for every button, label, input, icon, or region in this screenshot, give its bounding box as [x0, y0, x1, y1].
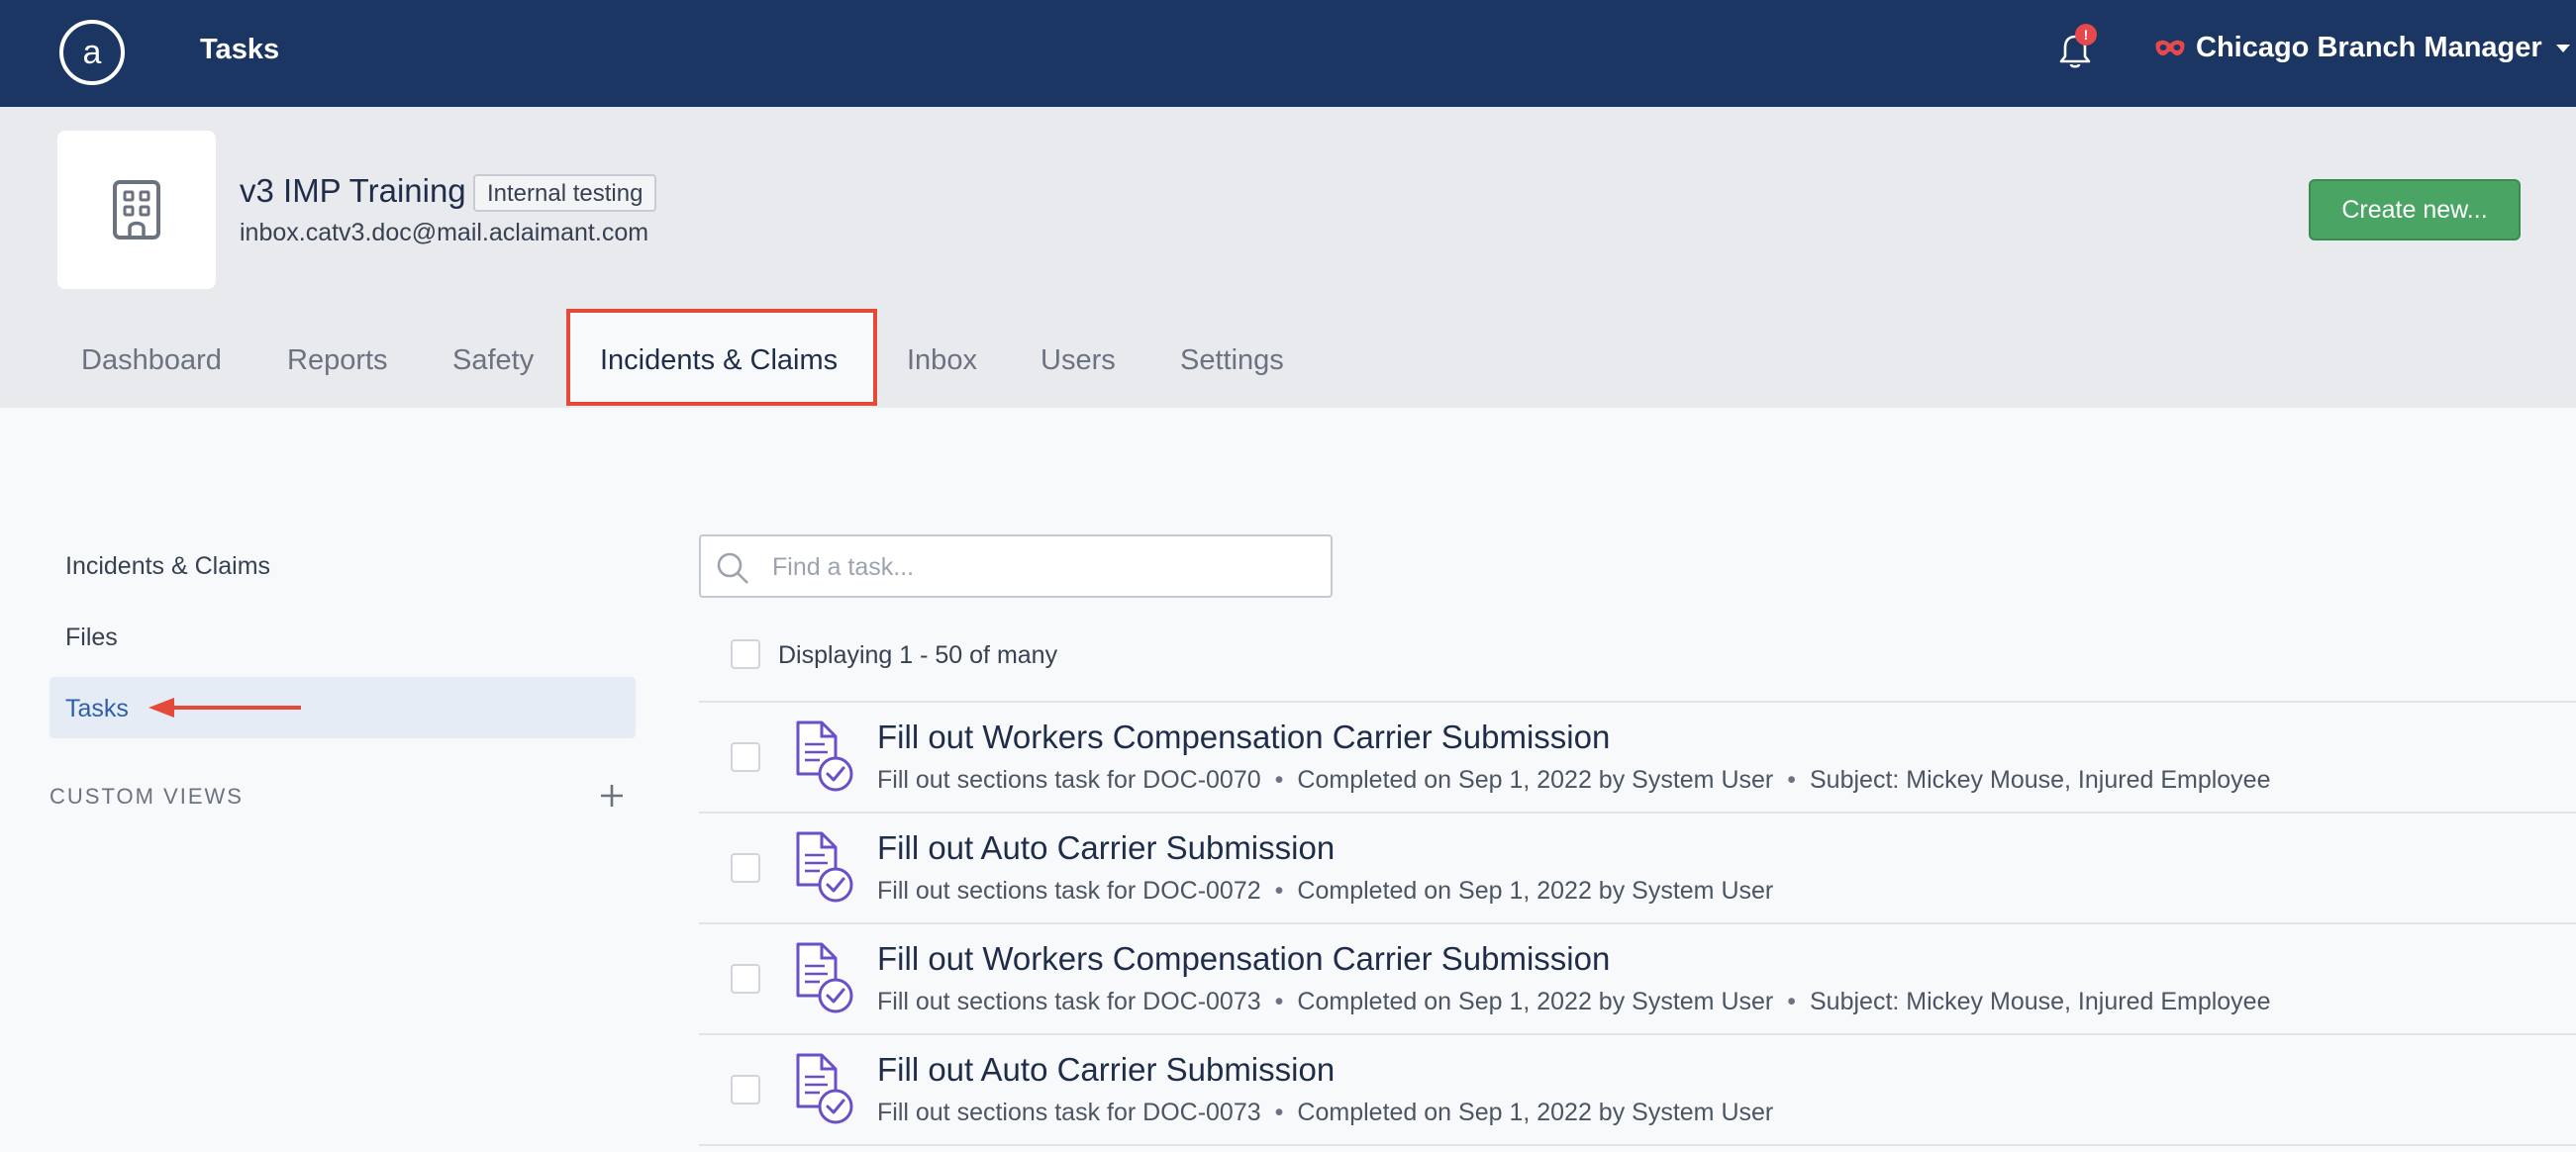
arrow-left-icon — [149, 698, 301, 718]
tab-incidents-claims[interactable]: Incidents & Claims — [600, 344, 838, 377]
task-checkbox[interactable] — [731, 742, 760, 772]
separator-dot: • — [1274, 766, 1284, 794]
add-custom-view-icon[interactable] — [598, 782, 626, 810]
document-check-icon — [796, 831, 853, 903]
document-check-icon — [796, 720, 853, 792]
task-meta: Fill out sections task for DOC-0073 • Comp… — [877, 988, 2271, 1016]
task-reference: Fill out sections task for DOC-0070 — [877, 766, 1261, 794]
tab-settings[interactable]: Settings — [1180, 344, 1284, 377]
separator-dot: • — [1274, 877, 1284, 905]
task-subject: Subject: Mickey Mouse, Injured Employee — [1810, 988, 2271, 1015]
create-new-button[interactable]: Create new... — [2309, 179, 2521, 240]
page-title: Tasks — [200, 34, 280, 65]
task-search-box[interactable] — [699, 534, 1333, 598]
task-checkbox[interactable] — [731, 964, 760, 994]
task-checkbox[interactable] — [731, 1075, 760, 1104]
separator-dot: • — [1274, 988, 1284, 1015]
document-check-icon — [796, 1053, 853, 1124]
task-search-input[interactable] — [770, 548, 1309, 586]
display-count: Displaying 1 - 50 of many — [778, 641, 1058, 669]
tab-reports[interactable]: Reports — [287, 344, 388, 377]
organization-email: inbox.catv3.doc@mail.aclaimant.com — [240, 219, 649, 246]
search-icon — [717, 552, 748, 584]
task-title[interactable]: Fill out Auto Carrier Submission — [877, 1051, 1335, 1089]
task-completed: Completed on Sep 1, 2022 by System User — [1297, 1099, 1774, 1126]
building-icon — [113, 180, 160, 240]
task-row[interactable]: Fill out Auto Carrier Submission Fill ou… — [699, 1033, 2576, 1146]
notification-badge: ! — [2075, 24, 2097, 46]
task-row[interactable]: Fill out Workers Compensation Carrier Su… — [699, 922, 2576, 1035]
user-name: Chicago Branch Manager — [2196, 32, 2542, 63]
tab-inbox[interactable]: Inbox — [907, 344, 977, 377]
task-title[interactable]: Fill out Workers Compensation Carrier Su… — [877, 719, 1610, 756]
task-meta: Fill out sections task for DOC-0072 • Comp… — [877, 877, 1773, 906]
sidebar-item-incidents-claims[interactable]: Incidents & Claims — [65, 552, 270, 581]
task-reference: Fill out sections task for DOC-0072 — [877, 877, 1261, 905]
task-reference: Fill out sections task for DOC-0073 — [877, 988, 1261, 1015]
tab-dashboard[interactable]: Dashboard — [81, 344, 222, 377]
select-all-checkbox[interactable] — [731, 639, 760, 669]
task-completed: Completed on Sep 1, 2022 by System User — [1297, 766, 1774, 794]
task-meta: Fill out sections task for DOC-0070 • Comp… — [877, 766, 2271, 795]
separator-dot: • — [1787, 988, 1796, 1015]
aclaimant-logo-icon[interactable]: a — [57, 18, 127, 87]
sidebar-item-files[interactable]: Files — [65, 624, 118, 652]
task-checkbox[interactable] — [731, 853, 760, 883]
mask-icon — [2155, 40, 2185, 55]
sidebar-item-tasks[interactable]: Tasks — [65, 695, 129, 723]
svg-text:a: a — [83, 34, 102, 71]
tab-safety[interactable]: Safety — [452, 344, 534, 377]
chevron-down-icon — [2555, 44, 2570, 52]
user-menu[interactable]: Chicago Branch Manager — [2154, 32, 2572, 64]
task-reference: Fill out sections task for DOC-0073 — [877, 1099, 1261, 1126]
task-meta: Fill out sections task for DOC-0073 • Comp… — [877, 1099, 1773, 1127]
task-completed: Completed on Sep 1, 2022 by System User — [1297, 877, 1774, 905]
task-subject: Subject: Mickey Mouse, Injured Employee — [1810, 766, 2271, 794]
sidebar-item-tasks-highlight[interactable] — [50, 677, 636, 738]
task-title[interactable]: Fill out Auto Carrier Submission — [877, 829, 1335, 867]
task-completed: Completed on Sep 1, 2022 by System User — [1297, 988, 1774, 1015]
separator-dot: • — [1274, 1099, 1284, 1126]
organization-avatar — [57, 131, 216, 289]
task-row[interactable]: Fill out Auto Carrier Submission Fill ou… — [699, 812, 2576, 924]
tab-users[interactable]: Users — [1040, 344, 1116, 377]
task-row[interactable]: Fill out Workers Compensation Carrier Su… — [699, 701, 2576, 814]
separator-dot: • — [1787, 766, 1796, 794]
task-title[interactable]: Fill out Workers Compensation Carrier Su… — [877, 940, 1610, 978]
custom-views-heading: CUSTOM VIEWS — [50, 784, 244, 809]
organization-name: v3 IMP Training — [240, 172, 466, 209]
environment-badge: Internal testing — [473, 174, 657, 212]
document-check-icon — [796, 942, 853, 1013]
